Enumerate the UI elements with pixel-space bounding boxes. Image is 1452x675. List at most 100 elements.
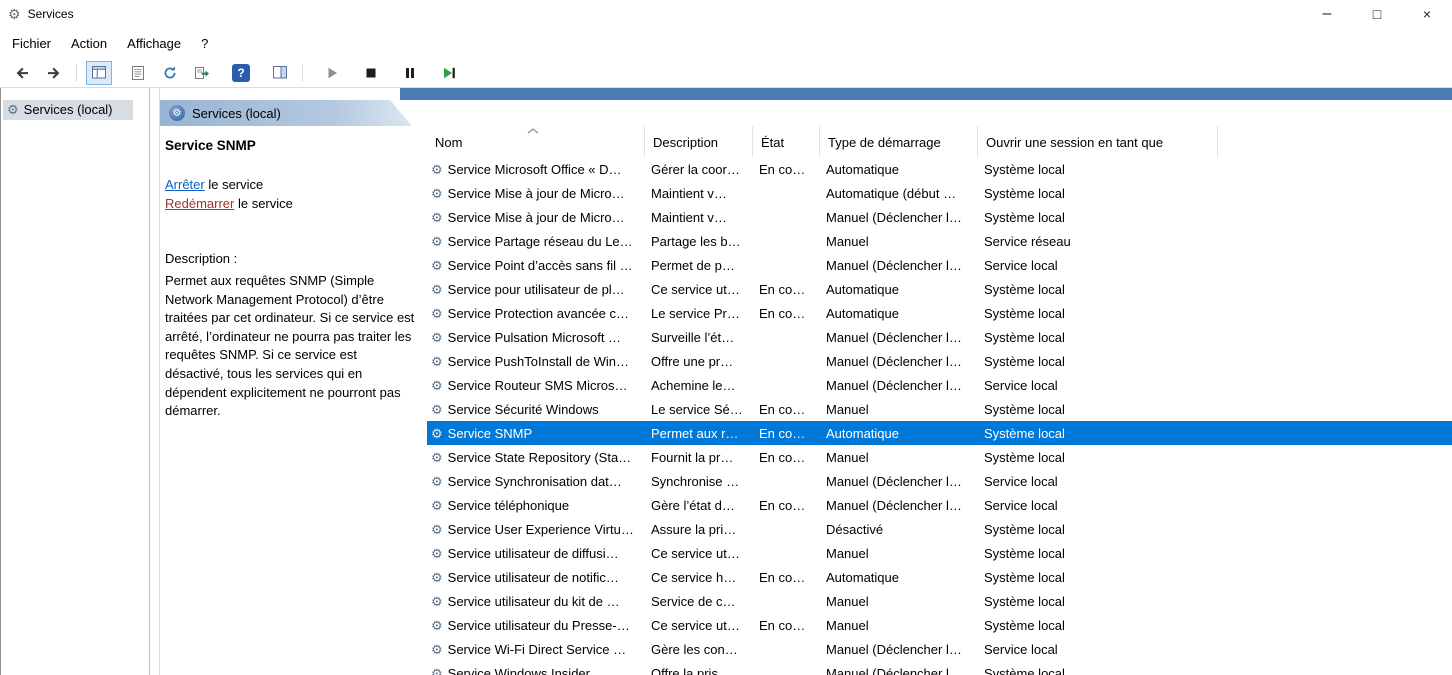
menu-fichier[interactable]: Fichier [2, 31, 61, 56]
pane-splitter[interactable] [150, 88, 160, 675]
table-row[interactable]: ⚙ Service utilisateur du kit de … Servic… [427, 589, 1452, 613]
service-gear-icon: ⚙ [431, 475, 443, 488]
service-description-cell: Ce service ut… [645, 277, 753, 301]
service-table: Nom Description État Type de démarrage O… [427, 126, 1452, 675]
table-row[interactable]: ⚙ Service Wi-Fi Direct Service … Gère le… [427, 637, 1452, 661]
app-gear-icon: ⚙ [8, 7, 21, 21]
service-gear-icon: ⚙ [431, 667, 443, 675]
table-row[interactable]: ⚙ Service Pulsation Microsoft … Surveill… [427, 325, 1452, 349]
table-row[interactable]: ⚙ Service Mise à jour de Micro… Maintien… [427, 181, 1452, 205]
table-row[interactable]: ⚙ Service PushToInstall de Win… Offre un… [427, 349, 1452, 373]
service-description-cell: Assure la pri… [645, 517, 753, 541]
table-row[interactable]: ⚙ Service User Experience Virtu… Assure … [427, 517, 1452, 541]
column-header-type-demarrage[interactable]: Type de démarrage [820, 126, 978, 157]
service-startup-cell: Manuel [820, 445, 978, 469]
service-logon-cell: Système local [978, 349, 1218, 373]
service-gear-icon: ⚙ [431, 427, 443, 440]
service-description-cell: Synchronise … [645, 469, 753, 493]
start-icon [324, 65, 340, 81]
restart-service-link[interactable]: Redémarrer [165, 196, 234, 211]
stop-service-button[interactable] [358, 61, 384, 85]
minimize-button[interactable]: – [1302, 0, 1352, 28]
column-header-ouvrir-session[interactable]: Ouvrir une session en tant que [978, 126, 1218, 157]
results-banner-title: Services (local) [192, 106, 281, 121]
table-row[interactable]: ⚙ Service Routeur SMS Micros… Achemine l… [427, 373, 1452, 397]
service-startup-cell: Manuel (Déclencher l… [820, 373, 978, 397]
service-description-cell: Service de c… [645, 589, 753, 613]
close-button[interactable]: × [1402, 0, 1452, 28]
table-row[interactable]: ⚙ Service utilisateur de diffusi… Ce ser… [427, 541, 1452, 565]
service-gear-icon: ⚙ [431, 307, 443, 320]
service-startup-cell: Manuel (Déclencher l… [820, 325, 978, 349]
table-row[interactable]: ⚙ Service Point d’accès sans fil … Perme… [427, 253, 1452, 277]
services-icon: ⚙ [7, 103, 19, 116]
table-row[interactable]: ⚙ Service utilisateur de notific… Ce ser… [427, 565, 1452, 589]
service-logon-cell: Système local [978, 325, 1218, 349]
service-logon-cell: Service local [978, 253, 1218, 277]
stop-link-suffix: le service [205, 177, 264, 192]
service-startup-cell: Manuel (Déclencher l… [820, 661, 978, 675]
help-button[interactable]: ? [228, 61, 254, 85]
service-startup-cell: Automatique [820, 157, 978, 181]
service-gear-icon: ⚙ [431, 547, 443, 560]
table-row[interactable]: ⚙ Service téléphonique Gère l’état d… En… [427, 493, 1452, 517]
table-row[interactable]: ⚙ Service Protection avancée c… Le servi… [427, 301, 1452, 325]
start-service-button[interactable] [319, 61, 345, 85]
service-state-cell: En co… [753, 613, 820, 637]
service-state-cell: En co… [753, 421, 820, 445]
table-row[interactable]: ⚙ Service pour utilisateur de pl… Ce ser… [427, 277, 1452, 301]
service-state-cell [753, 637, 820, 661]
properties-button[interactable] [125, 61, 151, 85]
column-header-description[interactable]: Description [645, 126, 753, 157]
service-name-cell: Service Point d’accès sans fil … [448, 258, 633, 273]
console-tree-pane: ⚙ Services (local) [1, 88, 150, 675]
pause-service-button[interactable] [397, 61, 423, 85]
service-logon-cell: Système local [978, 445, 1218, 469]
service-description: Permet aux requêtes SNMP (Simple Network… [165, 272, 419, 421]
forward-button[interactable] [41, 61, 67, 85]
show-console-tree-button[interactable] [86, 61, 112, 85]
table-row[interactable]: ⚙ Service Microsoft Office « D… Gérer la… [427, 157, 1452, 181]
service-gear-icon: ⚙ [431, 451, 443, 464]
service-description-cell: Offre la pris… [645, 661, 753, 675]
service-startup-cell: Manuel [820, 397, 978, 421]
service-state-cell [753, 373, 820, 397]
service-description-cell: Maintient v… [645, 181, 753, 205]
service-logon-cell: Système local [978, 301, 1218, 325]
service-startup-cell: Manuel (Déclencher l… [820, 469, 978, 493]
service-name-cell: Service SNMP [448, 426, 533, 441]
export-list-button[interactable] [189, 61, 215, 85]
maximize-button[interactable]: □ [1352, 0, 1402, 28]
stop-service-link[interactable]: Arrêter [165, 177, 205, 192]
table-row[interactable]: ⚙ Service Windows Insider Offre la pris…… [427, 661, 1452, 675]
refresh-button[interactable] [157, 61, 183, 85]
banner-strip [400, 88, 1452, 100]
service-description-cell: Partage les b… [645, 229, 753, 253]
service-state-cell: En co… [753, 565, 820, 589]
service-name-cell: Service Routeur SMS Micros… [448, 378, 628, 393]
service-name-cell: Service Microsoft Office « D… [448, 162, 622, 177]
menubar: Fichier Action Affichage ? [0, 28, 1452, 58]
service-gear-icon: ⚙ [431, 283, 443, 296]
menu-action[interactable]: Action [61, 31, 117, 56]
column-header-etat[interactable]: État [753, 126, 820, 157]
service-state-cell: En co… [753, 277, 820, 301]
service-name-cell: Service Windows Insider [448, 666, 590, 675]
export-list-icon [194, 65, 210, 81]
table-row[interactable]: ⚙ Service Partage réseau du Le… Partage … [427, 229, 1452, 253]
back-button[interactable] [9, 61, 35, 85]
service-name-cell: Service Pulsation Microsoft … [448, 330, 621, 345]
table-row[interactable]: ⚙ Service Mise à jour de Micro… Maintien… [427, 205, 1452, 229]
menu-affichage[interactable]: Affichage [117, 31, 191, 56]
restart-service-button[interactable] [436, 61, 462, 85]
table-row[interactable]: ⚙ Service State Repository (Sta… Fournit… [427, 445, 1452, 469]
table-row[interactable]: ⚙ Service utilisateur du Presse-… Ce ser… [427, 613, 1452, 637]
table-row[interactable]: ⚙ Service SNMP Permet aux r… En co… Auto… [427, 421, 1452, 445]
extended-view-button[interactable] [267, 61, 293, 85]
tree-item-services-local[interactable]: ⚙ Services (local) [3, 100, 133, 120]
table-row[interactable]: ⚙ Service Sécurité Windows Le service Sé… [427, 397, 1452, 421]
description-label: Description : [165, 251, 419, 266]
service-logon-cell: Système local [978, 181, 1218, 205]
table-row[interactable]: ⚙ Service Synchronisation dat… Synchroni… [427, 469, 1452, 493]
menu-help[interactable]: ? [191, 31, 218, 56]
